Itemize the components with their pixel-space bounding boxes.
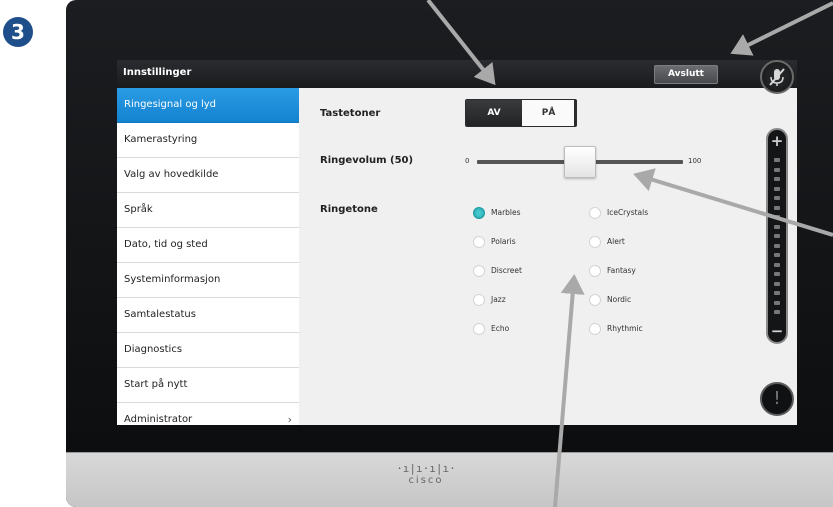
sidebar-item-label: Samtalestatus — [124, 309, 196, 320]
volume-led — [774, 281, 780, 286]
cisco-logo-bars: ·ı|ı·ı|ı· — [396, 462, 456, 475]
settings-screen: Innstillinger Avslutt Ringesignal og lyd… — [117, 60, 797, 425]
sidebar-item-ringesignal-og-lyd[interactable]: Ringesignal og lyd — [117, 88, 299, 123]
volume-led — [774, 262, 780, 267]
radio-button-icon — [589, 236, 601, 248]
volume-led — [774, 253, 780, 257]
sidebar-item-label: Ringesignal og lyd — [124, 99, 217, 110]
ringtone-option-label: Alert — [607, 237, 625, 246]
volume-led — [774, 196, 780, 200]
radio-button-icon — [589, 323, 601, 335]
microphone-muted-icon — [769, 68, 785, 86]
ring-volume-slider-thumb[interactable] — [564, 146, 596, 178]
sidebar-item-systeminformasjon[interactable]: Systeminformasjon — [117, 263, 299, 298]
keytones-label: Tastetoner — [320, 108, 381, 119]
sidebar-item-label: Diagnostics — [124, 344, 183, 355]
volume-led — [774, 272, 780, 276]
sidebar-item-diagnostics[interactable]: Diagnostics — [117, 333, 299, 368]
ringtone-option-label: Discreet — [491, 266, 522, 275]
radio-button-icon — [589, 294, 601, 306]
cisco-wordmark: cisco — [408, 475, 444, 486]
volume-led — [774, 300, 780, 305]
ringtone-option-label: Nordic — [607, 295, 632, 304]
sidebar-item-label: Språk — [124, 204, 153, 215]
sidebar-item-dato-tid-og-sted[interactable]: Dato, tid og sted — [117, 228, 299, 263]
microphone-mute-button[interactable] — [760, 60, 794, 94]
sidebar-item-label: Valg av hovedkilde — [124, 169, 219, 180]
sidebar-item-start-pa-nytt[interactable]: Start på nytt — [117, 368, 299, 403]
tutorial-illustration: 3 Innstillinger Avslutt Ringesignal og l… — [0, 0, 833, 507]
alert-button[interactable]: ! — [760, 382, 794, 416]
plus-icon[interactable]: + — [768, 132, 786, 150]
ring-volume-min-label: 0 — [465, 157, 470, 165]
exit-button[interactable]: Avslutt — [654, 65, 718, 84]
volume-led — [774, 158, 780, 162]
keytones-toggle[interactable]: AV PÅ — [465, 99, 577, 127]
sidebar-item-sprak[interactable]: Språk — [117, 193, 299, 228]
ringtone-option-label: Jazz — [491, 295, 506, 304]
ringtone-option-label: Marbles — [491, 208, 521, 217]
sidebar-item-administrator[interactable]: Administrator › — [117, 403, 299, 425]
page-title: Innstillinger — [123, 67, 192, 78]
cisco-logo: ·ı|ı·ı|ı· cisco — [396, 463, 456, 487]
settings-sidebar: Ringesignal og lyd Kamerastyring Valg av… — [117, 88, 299, 425]
device-bottom-bezel: ·ı|ı·ı|ı· cisco — [66, 452, 833, 507]
volume-led — [774, 224, 780, 229]
keytones-off-option[interactable]: AV — [466, 100, 522, 126]
volume-led — [774, 310, 780, 314]
radio-button-icon — [473, 323, 485, 335]
ringtone-option-label: Fantasy — [607, 266, 636, 275]
exclamation-icon: ! — [773, 388, 781, 409]
sidebar-item-samtalestatus[interactable]: Samtalestatus — [117, 298, 299, 333]
chevron-right-icon: › — [287, 413, 292, 425]
radio-button-icon — [473, 236, 485, 248]
volume-led — [774, 234, 780, 238]
ring-volume-label: Ringevolum (50) — [320, 155, 414, 166]
volume-led — [774, 243, 780, 248]
sidebar-item-valg-av-hovedkilde[interactable]: Valg av hovedkilde — [117, 158, 299, 193]
volume-led — [774, 291, 780, 295]
volume-led — [774, 186, 780, 191]
sidebar-item-label: Dato, tid og sted — [124, 239, 208, 250]
title-bar: Innstillinger Avslutt — [117, 60, 797, 88]
ringtone-label: Ringetone — [320, 204, 378, 215]
step-number-badge: 3 — [3, 17, 33, 47]
sidebar-item-label: Kamerastyring — [124, 134, 198, 145]
radio-button-icon — [473, 207, 485, 219]
ringtone-option-label: Echo — [491, 324, 510, 333]
ringtone-option-label: IceCrystals — [607, 208, 649, 217]
radio-button-icon — [473, 265, 485, 277]
ringtone-option-label: Rhythmic — [607, 324, 643, 333]
volume-rocker[interactable]: + − — [766, 128, 788, 344]
ringtone-option-label: Polaris — [491, 237, 516, 246]
volume-led — [774, 215, 780, 219]
radio-button-icon — [589, 207, 601, 219]
touch-panel-device: Innstillinger Avslutt Ringesignal og lyd… — [66, 0, 833, 507]
radio-button-icon — [589, 265, 601, 277]
minus-icon[interactable]: − — [768, 322, 786, 340]
volume-led — [774, 177, 780, 181]
ring-volume-max-label: 100 — [688, 157, 702, 165]
sidebar-item-label: Systeminformasjon — [124, 274, 221, 285]
volume-led — [774, 205, 780, 210]
sidebar-item-label: Administrator — [124, 414, 193, 425]
keytones-on-option[interactable]: PÅ — [522, 100, 574, 126]
sidebar-item-label: Start på nytt — [124, 379, 188, 390]
volume-led — [774, 167, 780, 172]
sidebar-item-kamerastyring[interactable]: Kamerastyring — [117, 123, 299, 158]
radio-button-icon — [473, 294, 485, 306]
